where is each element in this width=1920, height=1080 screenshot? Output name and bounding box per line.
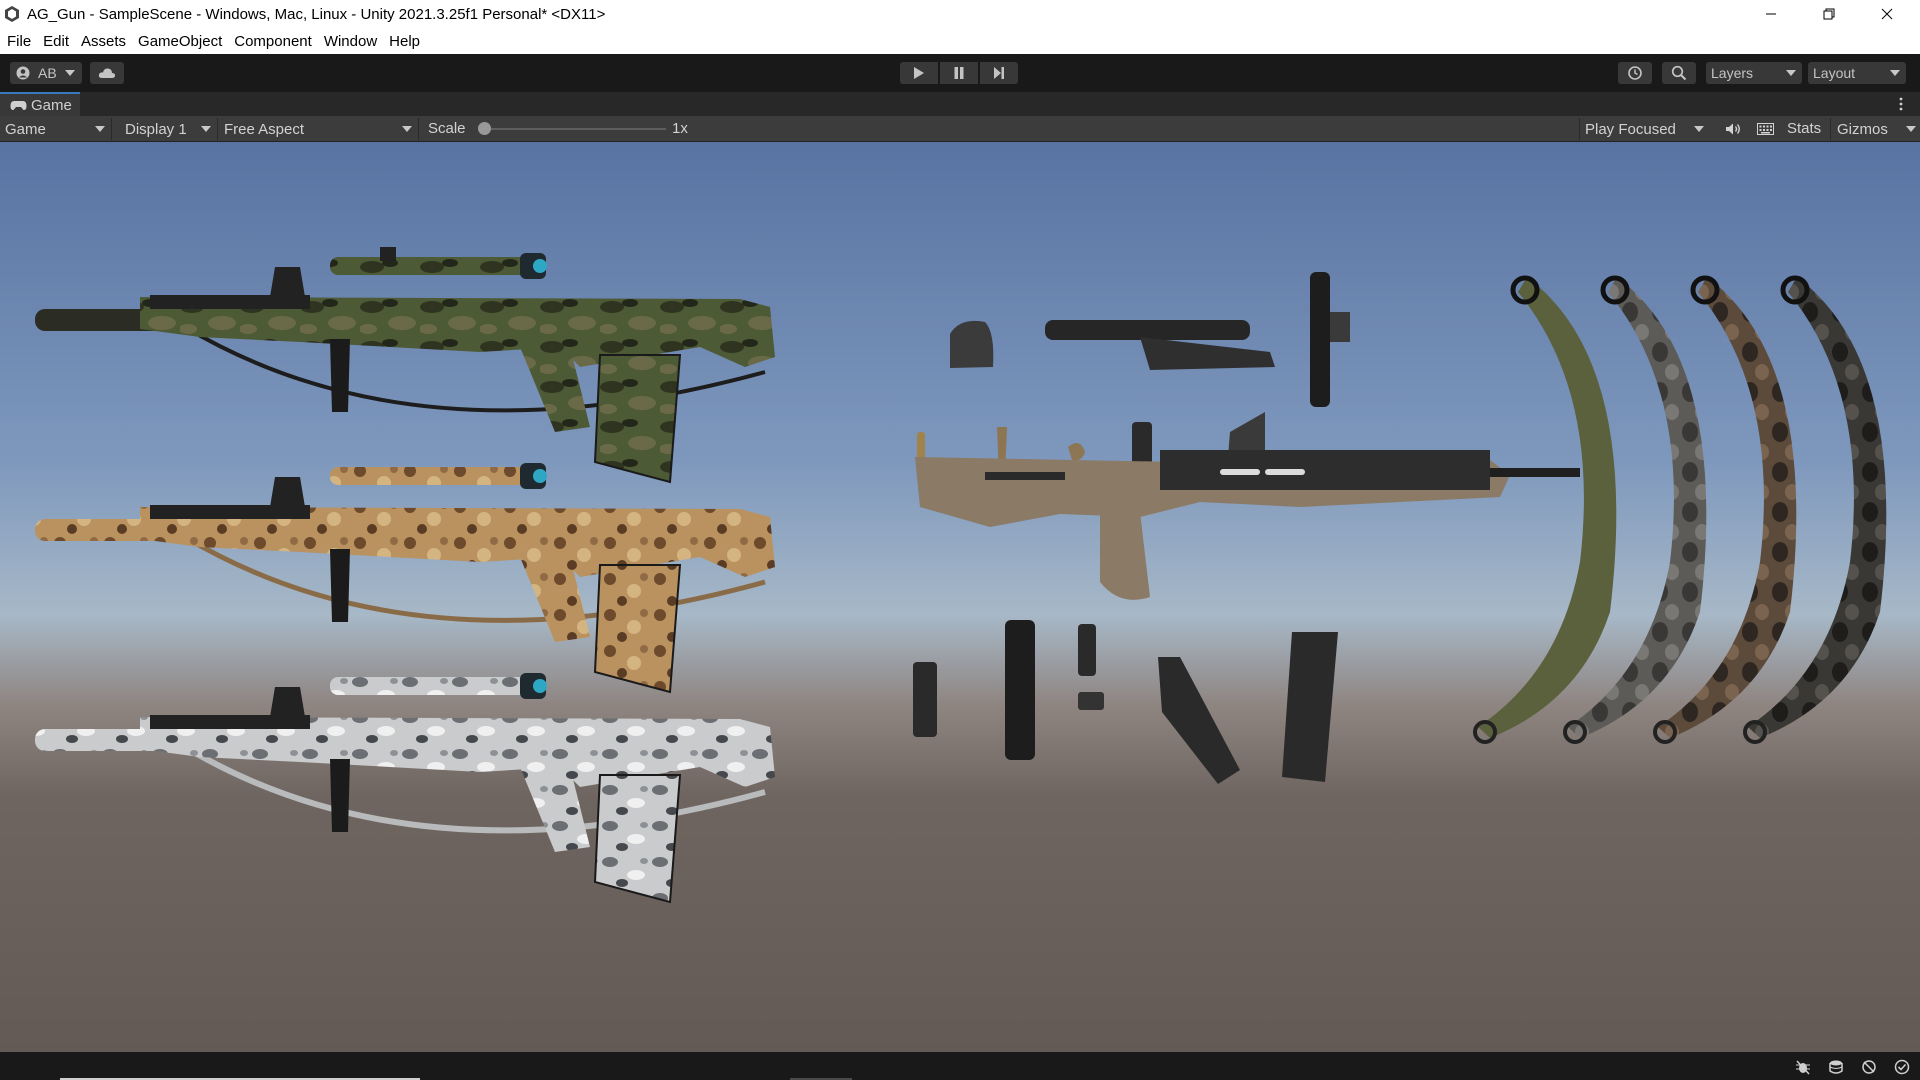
aspect-dropdown[interactable]: Free Aspect [219,118,419,140]
cloud-icon [98,68,116,78]
menu-window[interactable]: Window [324,33,377,50]
menu-component[interactable]: Component [234,33,312,50]
scale-slider[interactable] [478,122,666,136]
chevron-down-icon [1694,126,1704,132]
display-dropdown[interactable]: Display 1 [120,118,218,140]
chevron-down-icon [1906,126,1916,132]
shortcuts-button[interactable] [1752,119,1778,139]
menu-help[interactable]: Help [389,33,420,50]
play-mode-dropdown[interactable]: Play Focused [1579,118,1710,140]
display-label: Display 1 [125,120,187,138]
mute-audio-button[interactable] [1720,119,1746,139]
aspect-label: Free Aspect [224,120,305,138]
menu-assets[interactable]: Assets [81,33,126,50]
speaker-icon [1726,123,1740,135]
play-button[interactable] [900,62,938,84]
menu-gameobject[interactable]: GameObject [138,33,222,50]
layers-label: Layers [1711,65,1754,81]
status-check-icon[interactable] [1894,1059,1910,1075]
scale-value: 1x [672,120,688,137]
cache-server-icon[interactable] [1828,1059,1844,1075]
gizmos-label: Gizmos [1837,120,1888,138]
menu-edit[interactable]: Edit [43,33,69,50]
chevron-down-icon [1786,70,1796,76]
gizmos-dropdown[interactable]: Gizmos [1830,118,1920,140]
step-button[interactable] [980,62,1018,84]
minimize-button[interactable] [1742,0,1800,28]
scene-render [35,247,1887,904]
game-view-toolbar: Game Display 1 Free Aspect Scale 1x Play… [0,116,1920,142]
main-toolbar: AB Layers Layout [0,54,1920,92]
scale-slider-thumb[interactable] [478,122,491,135]
account-label: AB [38,65,57,81]
chevron-down-icon [95,126,105,132]
search-button[interactable] [1662,62,1696,84]
status-bar [0,1052,1920,1080]
chevron-down-icon [1890,70,1900,76]
game-tab-strip: Game [0,92,1920,116]
menu-file[interactable]: File [7,33,31,50]
cloud-button[interactable] [90,62,124,84]
undo-history-button[interactable] [1618,62,1652,84]
history-icon [1628,66,1642,80]
restore-button[interactable] [1800,0,1858,28]
close-button[interactable] [1858,0,1916,28]
account-icon [16,66,30,80]
step-icon [994,67,1004,79]
close-icon [1881,8,1893,20]
gamepad-icon [10,100,27,110]
game-viewport[interactable] [0,142,1920,1052]
menu-bar: File Edit Assets GameObject Component Wi… [0,28,1920,54]
view-mode-label: Game [5,120,46,138]
chevron-down-icon [201,126,211,132]
game-tab-label: Game [31,96,72,114]
play-mode-label: Play Focused [1585,120,1676,138]
tab-game[interactable]: Game [0,92,80,116]
scale-label: Scale [428,120,466,137]
debug-icon[interactable] [1795,1059,1811,1075]
restore-icon [1823,8,1835,20]
pause-icon [954,67,964,79]
scale-slider-track [484,128,666,130]
layout-label: Layout [1813,65,1856,81]
layout-dropdown[interactable]: Layout [1808,62,1906,84]
search-icon [1671,65,1687,81]
auto-refresh-icon[interactable] [1861,1059,1877,1075]
window-title: AG_Gun - SampleScene - Windows, Mac, Lin… [27,6,606,23]
account-dropdown[interactable]: AB [10,62,82,84]
minimize-icon [1766,13,1776,15]
play-icon [914,67,924,79]
stats-button[interactable]: Stats [1787,120,1821,137]
view-mode-dropdown[interactable]: Game [0,118,112,140]
title-bar: AG_Gun - SampleScene - Windows, Mac, Lin… [0,0,1920,28]
keyboard-icon [1756,123,1774,135]
unity-logo-icon [5,6,19,22]
layers-dropdown[interactable]: Layers [1706,62,1802,84]
chevron-down-icon [402,126,412,132]
kebab-menu-icon[interactable] [1895,96,1907,112]
pause-button[interactable] [940,62,978,84]
